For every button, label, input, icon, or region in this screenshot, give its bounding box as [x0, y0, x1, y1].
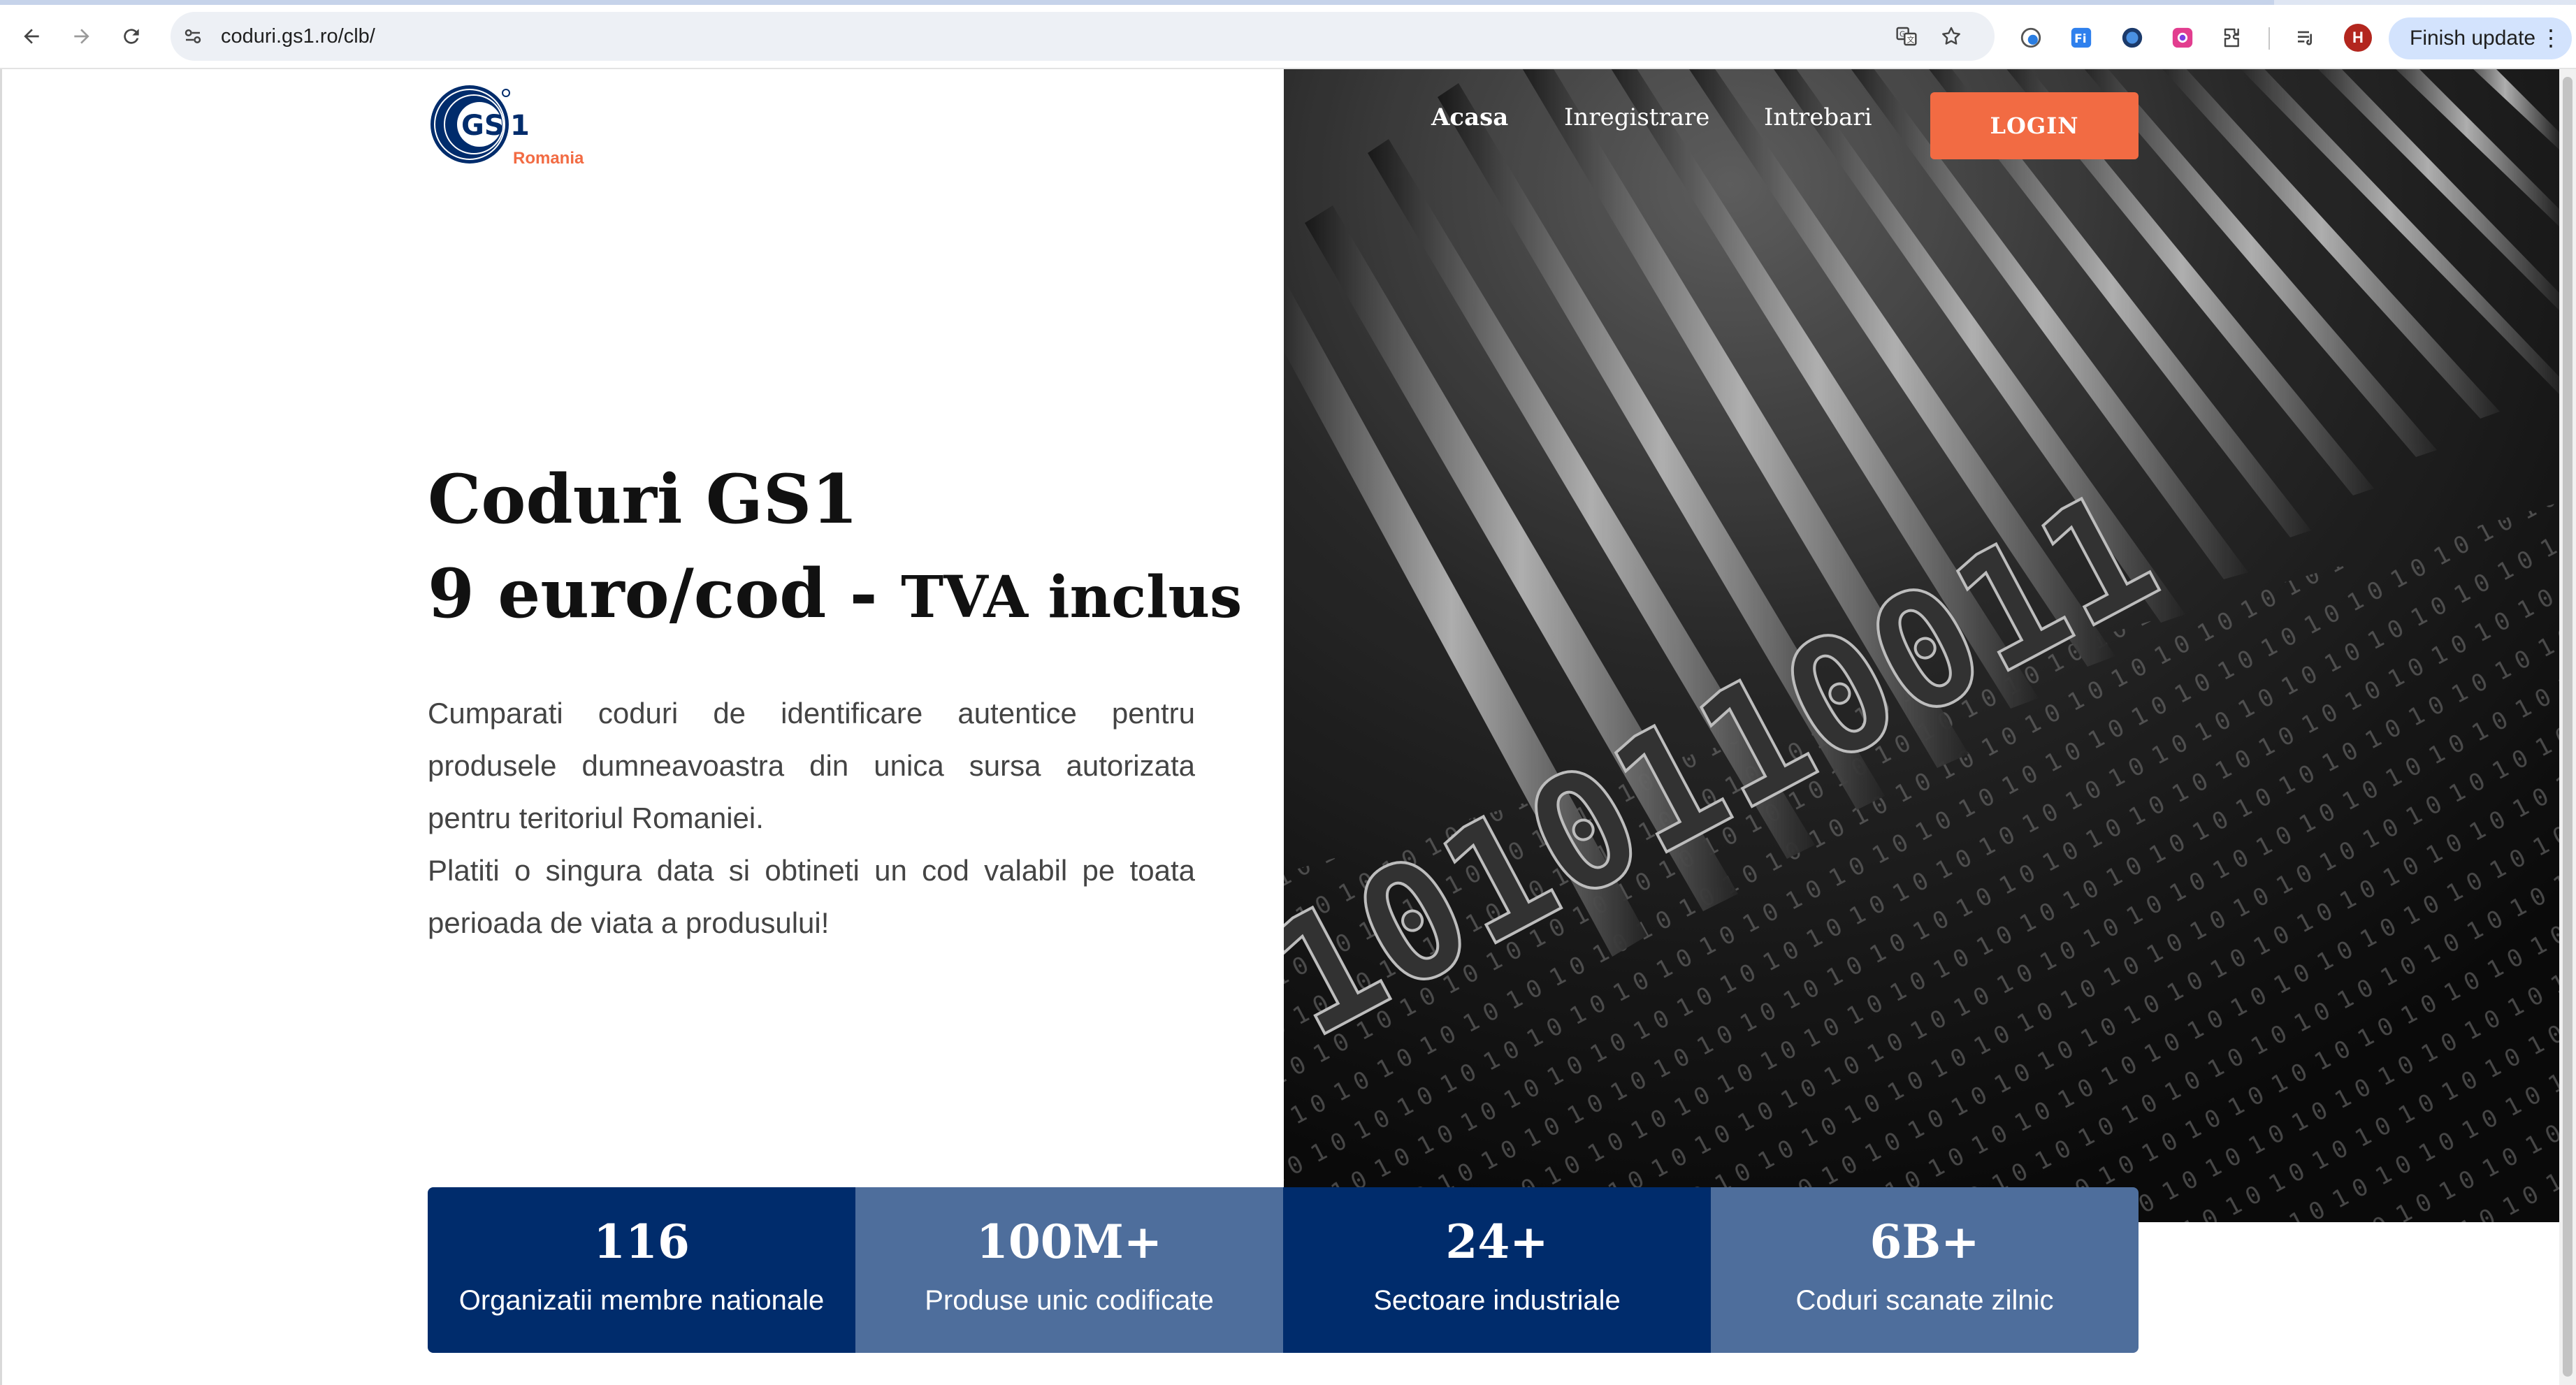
back-arrow-icon [24, 29, 39, 44]
profile-avatar[interactable]: H [2344, 24, 2372, 52]
extension-orb-icon[interactable] [2120, 25, 2145, 50]
nav-link-home[interactable]: Acasa [1431, 103, 1508, 131]
url-text[interactable]: coduri.gs1.ro/clb/ [221, 12, 375, 61]
stat-label: Produse unic codificate [925, 1285, 1214, 1316]
stat-card-members: 116 Organizatii membre nationale [428, 1187, 855, 1353]
stat-value: 116 [593, 1214, 690, 1269]
nav-link-register[interactable]: Inregistrare [1564, 103, 1709, 131]
hero-vat-text: TVA inclus [901, 564, 1243, 631]
svg-text:Fi: Fi [2074, 32, 2086, 46]
finish-update-label: Finish update [2410, 27, 2536, 50]
forward-arrow-icon [74, 29, 89, 44]
extension-clock-icon[interactable] [2018, 25, 2043, 50]
stats-bar: 116 Organizatii membre nationale 100M+ P… [428, 1187, 2139, 1353]
hero-description: Cumparati coduri de identificare autenti… [428, 687, 1195, 949]
stat-label: Sectoare industriale [1373, 1285, 1621, 1316]
login-button[interactable]: LOGIN [1930, 92, 2139, 159]
svg-text:文: 文 [1907, 36, 1915, 45]
address-bar[interactable]: coduri.gs1.ro/clb/ G文 [171, 12, 1995, 61]
stat-value: 100M+ [976, 1214, 1163, 1269]
finish-update-button[interactable]: Finish update ⋮ [2389, 17, 2572, 59]
translate-icon[interactable]: G文 [1894, 24, 1919, 49]
forward-button[interactable] [64, 19, 99, 54]
stat-value: 24+ [1445, 1214, 1549, 1269]
hero-price-text: 9 euro/cod - [428, 554, 878, 633]
site-info-icon[interactable] [180, 24, 205, 49]
tab-strip [0, 0, 2576, 5]
reload-button[interactable] [114, 19, 149, 54]
svg-text:Romania: Romania [513, 149, 584, 168]
browser-menu-icon[interactable]: ⋮ [2540, 26, 2562, 50]
stat-label: Coduri scanate zilnic [1795, 1285, 2054, 1316]
extensions-puzzle-icon[interactable] [2221, 25, 2246, 50]
hero-paragraph-2: Platiti o singura data si obtineti un co… [428, 854, 1195, 939]
gs1-romania-logo[interactable]: GS 1 Romania [428, 82, 595, 173]
hero-price: 9 euro/cod - TVA inclus [428, 552, 1242, 639]
tab-strip-active [0, 0, 2274, 5]
svg-text:1: 1 [510, 110, 530, 142]
hero-paragraph-1: Cumparati coduri de identificare autenti… [428, 697, 1195, 834]
stat-card-sectors: 24+ Sectoare industriale [1283, 1187, 1711, 1353]
page-border [0, 69, 2, 1385]
browser-toolbar: coduri.gs1.ro/clb/ G文 Fi H Finish update… [0, 5, 2576, 69]
stat-card-scans: 6B+ Coduri scanate zilnic [1711, 1187, 2139, 1353]
bookmark-star-icon[interactable] [1939, 24, 1964, 49]
reload-icon [124, 29, 139, 44]
stat-value: 6B+ [1869, 1214, 1980, 1269]
extension-fi-icon[interactable]: Fi [2069, 25, 2094, 50]
extension-color-icon[interactable] [2170, 25, 2195, 50]
hero-binary-image: 1 0 1010110011 [1284, 69, 2559, 1222]
nav-link-questions[interactable]: Intrebari [1764, 103, 1872, 131]
stat-label: Organizatii membre nationale [458, 1285, 825, 1316]
svg-text:GS: GS [461, 110, 505, 142]
stat-card-products: 100M+ Produse unic codificate [855, 1187, 1283, 1353]
toolbar-divider [2269, 27, 2270, 50]
back-button[interactable] [14, 19, 49, 54]
hero-title: Coduri GS1 [428, 460, 858, 539]
reading-list-icon[interactable] [2294, 25, 2319, 50]
scrollbar-thumb[interactable] [2563, 77, 2573, 1377]
